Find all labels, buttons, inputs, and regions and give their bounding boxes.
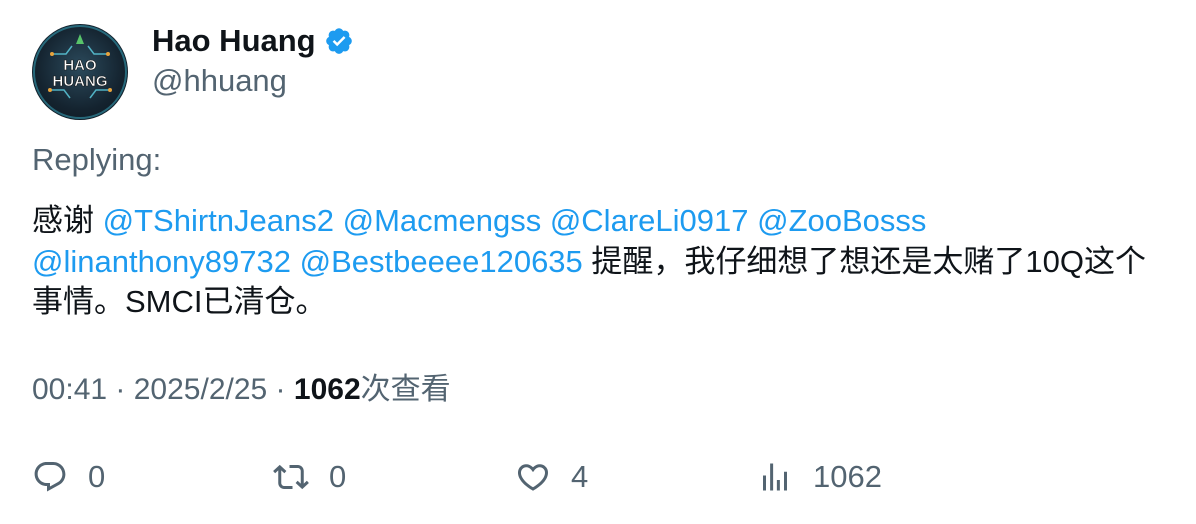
tweet-text-segment — [291, 244, 300, 279]
svg-text:HAO: HAO — [63, 57, 97, 74]
views-count: 1062 — [293, 373, 361, 406]
mention-link[interactable]: @Bestbeeee120635 — [300, 244, 583, 279]
retweet-count: 0 — [329, 459, 347, 494]
mention-link[interactable]: @TShirtnJeans2 — [103, 203, 334, 238]
tweet-text-segment — [748, 203, 757, 238]
views-button[interactable]: 1062 — [757, 458, 882, 496]
reply-icon — [34, 462, 66, 492]
verified-badge-icon — [325, 28, 352, 54]
views-label: 次查看 — [360, 373, 451, 406]
display-name-row[interactable]: Hao Huang — [152, 22, 354, 60]
reply-count: 0 — [88, 459, 106, 494]
retweet-icon — [273, 464, 309, 490]
like-count: 4 — [571, 459, 589, 494]
tweet-text-segment — [334, 203, 343, 238]
display-name[interactable]: Hao Huang — [152, 22, 316, 60]
tweet-text-segment — [541, 203, 550, 238]
like-button[interactable]: 4 — [515, 458, 588, 496]
heart-icon — [517, 464, 549, 491]
avatar-image: HAO HUANG — [33, 25, 127, 119]
tweet-text: 感谢 @TShirtnJeans2 @Macmengss @ClareLi091… — [32, 201, 1172, 323]
tweet-date[interactable]: 2025/2/25 — [134, 373, 267, 406]
tweet-meta: 00:41 · 2025/2/25 · 1062次查看 — [32, 371, 451, 409]
mention-link[interactable]: @ClareLi0917 — [550, 203, 749, 238]
tweet-time[interactable]: 00:41 — [32, 373, 107, 406]
mention-link[interactable]: @linanthony89732 — [32, 244, 291, 279]
reply-button[interactable]: 0 — [32, 458, 105, 496]
svg-text:HUANG: HUANG — [53, 73, 108, 90]
replying-label: Replying: — [32, 142, 162, 177]
retweet-button[interactable]: 0 — [273, 458, 346, 496]
tweet-text-segment: 感谢 — [32, 203, 103, 238]
analytics-icon — [763, 463, 787, 491]
meta-separator: · — [107, 373, 134, 406]
user-handle[interactable]: @hhuang — [152, 62, 287, 100]
meta-separator: · — [267, 373, 294, 406]
mention-link[interactable]: @Macmengss — [343, 203, 542, 238]
views-count-action: 1062 — [813, 459, 882, 494]
mention-link[interactable]: @ZooBosss — [757, 203, 926, 238]
avatar[interactable]: HAO HUANG — [32, 24, 128, 120]
